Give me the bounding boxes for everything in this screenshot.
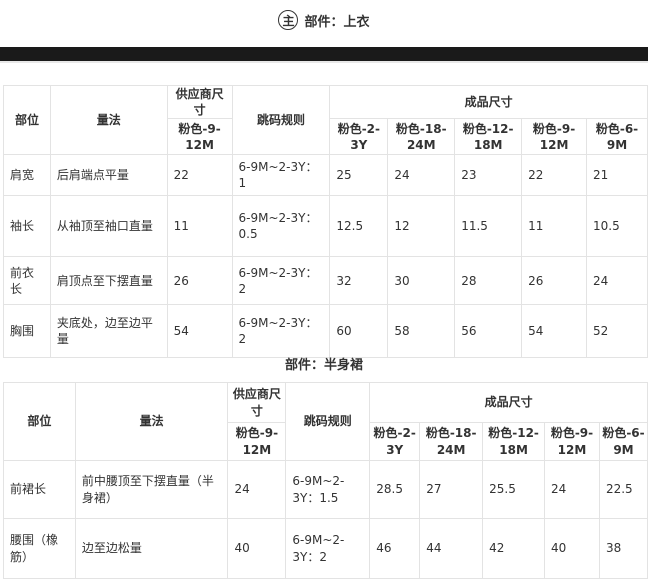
- cell-supplier: 26: [166, 256, 233, 306]
- section-title-top: 部件：上衣: [304, 14, 370, 30]
- separator-line: [0, 61, 648, 63]
- header-rule: 跳码规则: [231, 84, 331, 156]
- cell-part: 前裙长: [3, 460, 76, 519]
- cell-supplier: 22: [166, 154, 233, 197]
- cell-value: 42: [482, 518, 546, 579]
- header-finished-size: 成品尺寸: [369, 382, 648, 423]
- header-size-col: 粉色-12-18M: [482, 422, 546, 461]
- cell-value: 21: [586, 154, 648, 197]
- cell-value: 22.5: [598, 460, 648, 519]
- header-size-col: 粉色-2-3Y: [369, 422, 421, 461]
- cell-value: 38: [598, 518, 648, 579]
- cell-rule: 6-9M~2-3Y：1.5: [285, 460, 371, 519]
- header-method: 量法: [49, 84, 168, 156]
- cell-value: 11.5: [454, 195, 523, 258]
- cell-supplier: 11: [166, 195, 233, 258]
- cell-value: 12.5: [329, 195, 389, 258]
- cell-rule: 6-9M~2-3Y：0.5: [231, 195, 331, 258]
- cell-method: 肩顶点至下摆直量: [49, 256, 168, 306]
- cell-value: 12: [387, 195, 456, 258]
- cell-value: 10.5: [586, 195, 648, 258]
- header-size-col: 粉色-18-24M: [387, 118, 456, 156]
- header-supplier-col: 粉色-9-12M: [166, 118, 233, 156]
- cell-value: 25: [329, 154, 389, 197]
- table-row: 前裙长 前中腰顶至下摆直量（半身裙） 24 6-9M~2-3Y：1.5 28.5…: [3, 460, 648, 519]
- header-size-col: 粉色-9-12M: [521, 118, 588, 156]
- header-size-col: 粉色-18-24M: [419, 422, 484, 461]
- cell-value: 40: [544, 518, 600, 579]
- cell-value: 24: [586, 256, 648, 306]
- header-size-col: 粉色-12-18M: [454, 118, 523, 156]
- size-table-skirt: 部位 量法 供应商尺寸 跳码规则 成品尺寸 粉色-9-12M 粉色-2-3Y 粉…: [3, 382, 648, 579]
- cell-value: 46: [369, 518, 421, 579]
- header-part: 部位: [3, 84, 51, 156]
- header-finished-size: 成品尺寸: [329, 84, 648, 120]
- table-row: 前衣长 肩顶点至下摆直量 26 6-9M~2-3Y：2 32 30 28 26 …: [3, 256, 648, 306]
- header-part: 部位: [3, 382, 76, 461]
- cell-value: 24: [387, 154, 456, 197]
- cell-method: 从袖顶至袖口直量: [49, 195, 168, 258]
- cell-value: 26: [521, 256, 588, 306]
- header-supplier-col: 粉色-9-12M: [227, 422, 287, 461]
- cell-rule: 6-9M~2-3Y：2: [285, 518, 371, 579]
- cell-value: 22: [521, 154, 588, 197]
- cell-value: 23: [454, 154, 523, 197]
- table-row: 袖长 从袖顶至袖口直量 11 6-9M~2-3Y：0.5 12.5 12 11.…: [3, 195, 648, 258]
- cell-part: 前衣长: [3, 256, 51, 306]
- header-size-col: 粉色-9-12M: [544, 422, 600, 461]
- header-supplier-size: 供应商尺寸: [166, 84, 233, 120]
- cell-rule: 6-9M~2-3Y：2: [231, 256, 331, 306]
- cell-value: 32: [329, 256, 389, 306]
- circle-badge: 主: [278, 10, 299, 30]
- header-size-col: 粉色-6-9M: [586, 118, 648, 156]
- header-rule: 跳码规则: [285, 382, 371, 461]
- cell-rule: 6-9M~2-3Y：1: [231, 154, 331, 197]
- header-supplier-size: 供应商尺寸: [227, 382, 287, 423]
- cell-value: 28: [454, 256, 523, 306]
- header-method: 量法: [74, 382, 229, 461]
- cell-value: 30: [387, 256, 456, 306]
- cell-part: 肩宽: [3, 154, 51, 197]
- cell-value: 11: [521, 195, 588, 258]
- size-table-top: 部位 量法 供应商尺寸 跳码规则 成品尺寸 粉色-9-12M 粉色-2-3Y 粉…: [3, 84, 648, 359]
- cell-supplier: 24: [227, 460, 287, 519]
- section-title-skirt: 部件：半身裙: [284, 357, 363, 373]
- cell-value: 24: [544, 460, 600, 519]
- cell-value: 28.5: [369, 460, 421, 519]
- cell-method: 前中腰顶至下摆直量（半身裙）: [74, 460, 229, 519]
- cell-value: 25.5: [482, 460, 546, 519]
- cell-part: 袖长: [3, 195, 51, 258]
- cell-supplier: 40: [227, 518, 287, 579]
- cell-part: 腰围（橡筋）: [3, 518, 76, 579]
- section-header-top: 主 部件：上衣: [0, 0, 648, 40]
- table-row: 肩宽 后肩端点平量 22 6-9M~2-3Y：1 25 24 23 22 21: [3, 154, 648, 197]
- cell-value: 44: [419, 518, 484, 579]
- cell-method: 边至边松量: [74, 518, 229, 579]
- cell-method: 后肩端点平量: [49, 154, 168, 197]
- cell-value: 27: [419, 460, 484, 519]
- header-size-col: 粉色-6-9M: [598, 422, 648, 461]
- header-size-col: 粉色-2-3Y: [329, 118, 389, 156]
- black-band-divider: [0, 47, 648, 61]
- table-row: 腰围（橡筋） 边至边松量 40 6-9M~2-3Y：2 46 44 42 40 …: [3, 518, 648, 579]
